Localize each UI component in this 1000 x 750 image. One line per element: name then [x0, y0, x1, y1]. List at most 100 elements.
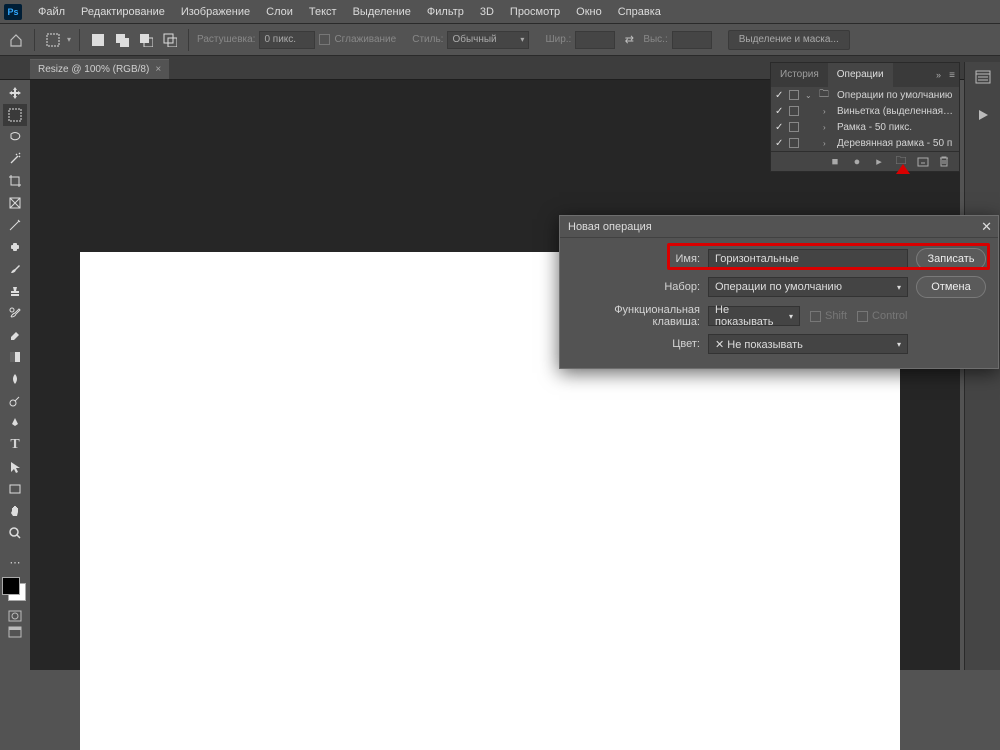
menu-file[interactable]: Файл	[30, 0, 73, 24]
dock-icon-1[interactable]	[970, 66, 996, 88]
modal-icon[interactable]	[789, 90, 799, 100]
menu-3d[interactable]: 3D	[472, 0, 502, 24]
crop-tool[interactable]	[3, 170, 27, 192]
caret-icon[interactable]: ›	[823, 123, 831, 132]
modal-icon[interactable]	[789, 106, 799, 116]
selection-add-icon[interactable]	[112, 30, 132, 50]
annotation-arrow-icon	[896, 164, 910, 186]
healing-tool[interactable]	[3, 236, 27, 258]
home-icon[interactable]	[6, 30, 26, 50]
magic-wand-tool[interactable]	[3, 148, 27, 170]
tool-bar: T ⋯	[0, 80, 30, 670]
width-input[interactable]	[575, 31, 615, 49]
type-tool[interactable]: T	[3, 434, 27, 456]
history-brush-tool[interactable]	[3, 302, 27, 324]
dialog-title-bar[interactable]: Новая операция ✕	[560, 216, 998, 238]
panel-menu-icon[interactable]: ≡	[949, 70, 955, 81]
blur-tool[interactable]	[3, 368, 27, 390]
action-row[interactable]: ✓ › Рамка - 50 пикс.	[771, 119, 959, 135]
menu-filter[interactable]: Фильтр	[419, 0, 472, 24]
antialias-label: Сглаживание	[334, 34, 396, 45]
swap-wh-icon[interactable]: ⇄	[619, 30, 639, 50]
path-select-tool[interactable]	[3, 456, 27, 478]
select-and-mask-button[interactable]: Выделение и маска...	[728, 30, 850, 50]
menu-view[interactable]: Просмотр	[502, 0, 568, 24]
action-row[interactable]: ✓ › Виньетка (выделенная о...	[771, 103, 959, 119]
set-label: Набор:	[572, 281, 700, 293]
action-row[interactable]: ✓ ⌄ 🗀 Операции по умолчанию	[771, 87, 959, 103]
tab-actions[interactable]: Операции	[828, 63, 893, 87]
selection-sub-icon[interactable]	[136, 30, 156, 50]
edit-toolbar-icon[interactable]: ⋯	[3, 551, 27, 573]
shape-tool[interactable]	[3, 478, 27, 500]
stamp-tool[interactable]	[3, 280, 27, 302]
new-action-icon[interactable]	[917, 157, 929, 167]
pen-tool[interactable]	[3, 412, 27, 434]
stop-icon[interactable]: ■	[829, 156, 841, 168]
eyedropper-tool[interactable]	[3, 214, 27, 236]
menu-help[interactable]: Справка	[610, 0, 669, 24]
zoom-tool[interactable]	[3, 522, 27, 544]
app-logo: Ps	[4, 4, 22, 20]
trash-icon[interactable]	[939, 156, 951, 167]
document-tab[interactable]: Resize @ 100% (RGB/8) ×	[30, 59, 169, 79]
brush-tool[interactable]	[3, 258, 27, 280]
record-button[interactable]: Записать	[916, 248, 986, 270]
lasso-tool[interactable]	[3, 126, 27, 148]
action-label: Рамка - 50 пикс.	[837, 122, 955, 133]
name-input[interactable]	[708, 249, 908, 269]
move-tool[interactable]	[3, 82, 27, 104]
modal-icon[interactable]	[789, 138, 799, 148]
fg-swatch[interactable]	[2, 577, 20, 595]
modal-icon[interactable]	[789, 122, 799, 132]
check-icon[interactable]: ✓	[775, 138, 783, 149]
hand-tool[interactable]	[3, 500, 27, 522]
caret-icon[interactable]: ›	[823, 139, 831, 148]
width-label: Шир.:	[545, 34, 571, 45]
gradient-tool[interactable]	[3, 346, 27, 368]
tab-history[interactable]: История	[771, 63, 828, 87]
set-select[interactable]: Операции по умолчанию▾	[708, 277, 908, 297]
color-select[interactable]: ✕ Не показывать▾	[708, 334, 908, 354]
style-label: Стиль:	[412, 34, 443, 45]
control-checkbox[interactable]	[857, 311, 868, 322]
feather-input[interactable]	[259, 31, 315, 49]
check-icon[interactable]: ✓	[775, 90, 783, 101]
fkey-select[interactable]: Не показывать▾	[708, 306, 800, 326]
marquee-tool[interactable]	[3, 104, 27, 126]
shift-label: Shift	[825, 310, 847, 322]
style-select[interactable]: Обычный▾	[447, 31, 529, 49]
caret-icon[interactable]: ›	[823, 107, 831, 116]
close-icon[interactable]: ×	[155, 64, 161, 75]
antialias-checkbox[interactable]	[319, 34, 330, 45]
menu-image[interactable]: Изображение	[173, 0, 258, 24]
frame-tool[interactable]	[3, 192, 27, 214]
menu-layers[interactable]: Слои	[258, 0, 301, 24]
shift-checkbox[interactable]	[810, 311, 821, 322]
dodge-tool[interactable]	[3, 390, 27, 412]
menu-window[interactable]: Окно	[568, 0, 610, 24]
eraser-tool[interactable]	[3, 324, 27, 346]
close-icon[interactable]: ✕	[981, 219, 992, 235]
marquee-tool-icon[interactable]	[43, 30, 63, 50]
actions-panel: История Операции » ≡ ✓ ⌄ 🗀 Операции по у…	[770, 62, 960, 172]
menu-select[interactable]: Выделение	[345, 0, 419, 24]
height-input[interactable]	[672, 31, 712, 49]
cancel-button[interactable]: Отмена	[916, 276, 986, 298]
dock-play-icon[interactable]	[970, 104, 996, 126]
panel-expand-icon[interactable]: »	[936, 70, 941, 80]
action-label: Деревянная рамка - 50 п	[837, 138, 955, 149]
play-icon[interactable]: ▸	[873, 155, 885, 168]
menu-text[interactable]: Текст	[301, 0, 345, 24]
action-row[interactable]: ✓ › Деревянная рамка - 50 п	[771, 135, 959, 151]
color-swatches[interactable]	[2, 577, 28, 603]
record-icon[interactable]: ●	[851, 156, 863, 168]
caret-icon[interactable]: ⌄	[805, 91, 813, 100]
quickmask-icon[interactable]	[7, 609, 23, 623]
selection-intersect-icon[interactable]	[160, 30, 180, 50]
check-icon[interactable]: ✓	[775, 122, 783, 133]
check-icon[interactable]: ✓	[775, 106, 783, 117]
selection-new-icon[interactable]	[88, 30, 108, 50]
menu-edit[interactable]: Редактирование	[73, 0, 173, 24]
screenmode-icon[interactable]	[7, 625, 23, 639]
